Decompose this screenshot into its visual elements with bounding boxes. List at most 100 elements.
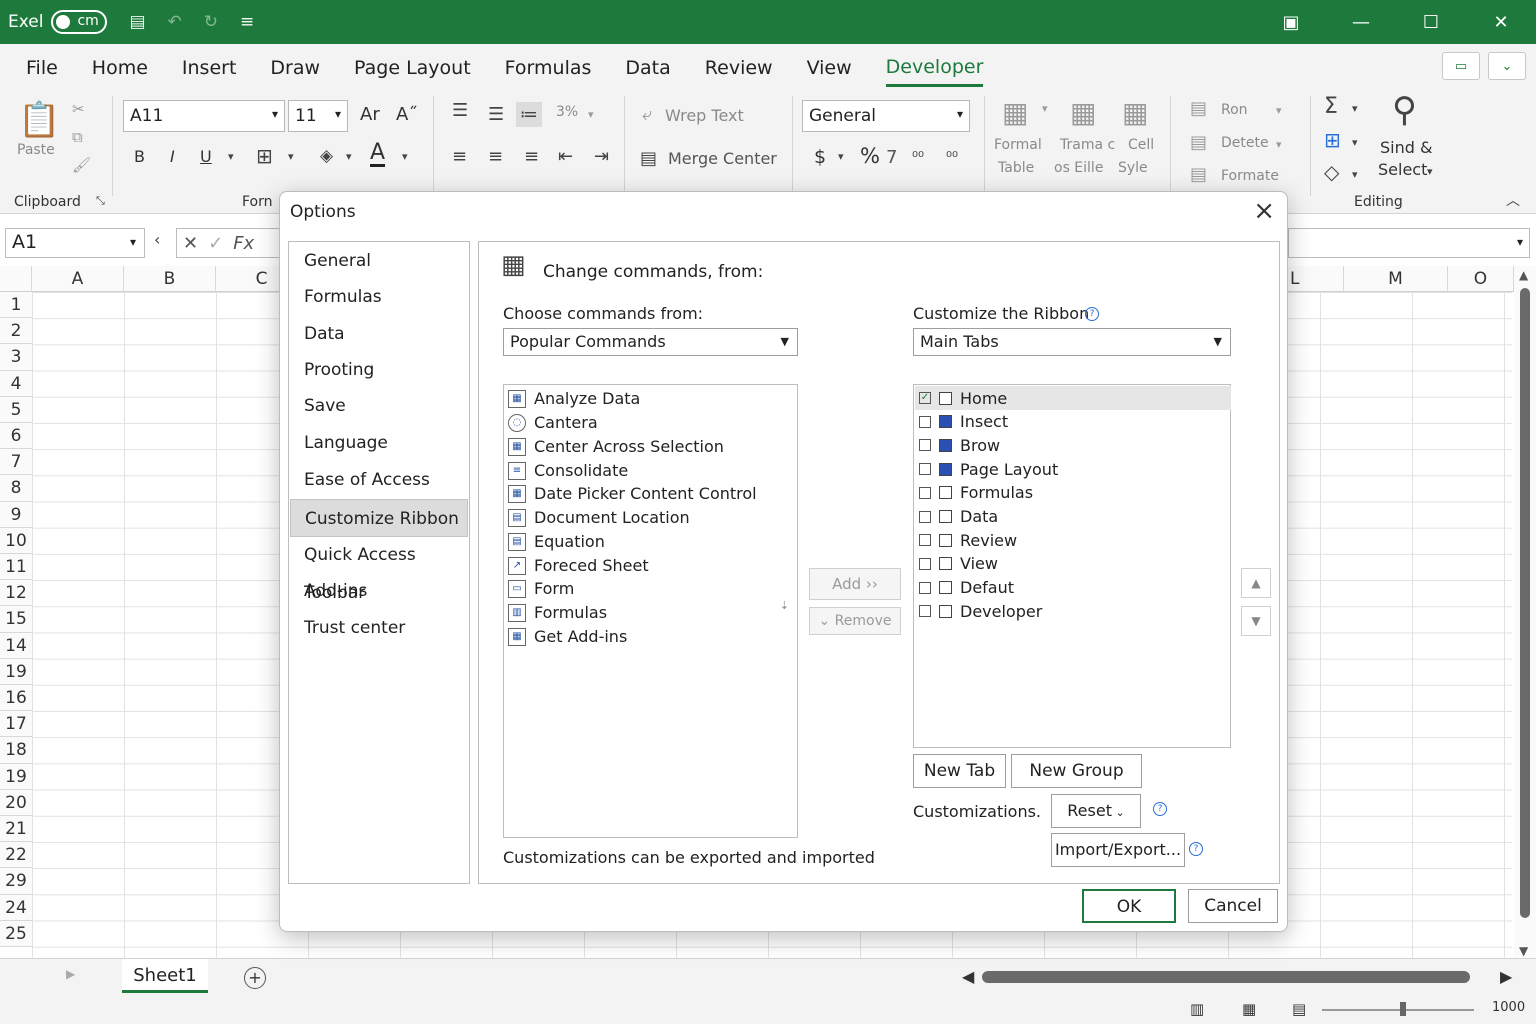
checkbox[interactable]: ✓ <box>919 392 931 404</box>
cell-styles-icon[interactable]: ▦ <box>1122 96 1148 129</box>
list-scroll-icon[interactable]: ⇣ <box>780 599 789 612</box>
merge-center-icon[interactable]: ▤ <box>640 148 657 169</box>
search-icon[interactable]: ⚲ <box>1392 90 1417 130</box>
sheet-tab[interactable]: Sheet1 <box>122 959 208 993</box>
tree-item[interactable]: Insect <box>915 410 1231 434</box>
font-size-box[interactable]: 11 ▾ <box>288 100 348 132</box>
italic-button[interactable]: I <box>170 147 175 166</box>
chevron-down-icon[interactable]: ▾ <box>1352 136 1358 149</box>
orientation-icon[interactable]: ≔ <box>516 102 542 127</box>
nav-proofing[interactable]: Prooting <box>290 351 468 389</box>
row-header[interactable]: 15 <box>0 606 32 633</box>
number-format-box[interactable]: General ▾ <box>802 100 970 132</box>
formula-input[interactable]: ▾ <box>1288 228 1530 258</box>
fill-color-icon[interactable]: ◈ <box>320 146 333 166</box>
zoom-slider[interactable] <box>1322 1009 1474 1011</box>
import-export-button[interactable]: Import/Export... <box>1051 833 1185 867</box>
tab-formulas[interactable]: Formulas <box>505 49 592 85</box>
chevron-down-icon[interactable]: ▾ <box>288 150 294 163</box>
row-header[interactable]: 18 <box>0 737 32 764</box>
row-header[interactable]: 5 <box>0 396 32 423</box>
zoom-slider-knob[interactable] <box>1400 1002 1406 1016</box>
tree-item[interactable]: Review <box>915 528 1231 552</box>
ron-button[interactable]: Ron <box>1221 102 1248 118</box>
collapse-ribbon-icon[interactable]: ︿ <box>1506 190 1520 210</box>
checkbox[interactable] <box>919 605 931 618</box>
paste-label[interactable]: Paste <box>17 142 55 158</box>
move-down-button[interactable]: ▼ <box>1241 606 1271 636</box>
row-header[interactable]: 17 <box>0 711 32 738</box>
tab-insert[interactable]: Insert <box>182 49 237 85</box>
row-header[interactable]: 3 <box>0 344 32 371</box>
tab-draw[interactable]: Draw <box>270 49 320 85</box>
zoom-level[interactable]: 1000 <box>1492 1000 1525 1015</box>
merge-center-button[interactable]: Merge Center <box>668 149 777 168</box>
vertical-scrollbar[interactable]: ▲ ▼ <box>1514 266 1536 958</box>
autosave-toggle[interactable]: cm <box>51 10 108 34</box>
row-header[interactable]: 19 <box>0 658 32 685</box>
scroll-up-icon[interactable]: ▲ <box>1519 268 1528 282</box>
list-item[interactable]: ▦ Center Across Selection <box>508 437 724 456</box>
ribbon-tabs-tree[interactable]: ✓ Home Insect Brow Page Layout Formulas Data Re… <box>913 384 1231 748</box>
select-label[interactable]: Select <box>1378 160 1427 179</box>
increase-decimal-icon[interactable]: ⁰⁰ <box>912 148 924 166</box>
list-item[interactable]: ▭ Form <box>508 579 574 598</box>
chevron-down-icon[interactable]: ▾ <box>588 108 594 121</box>
chevron-left-icon[interactable]: ‹ <box>154 230 160 249</box>
ribbon-collapse-icon[interactable]: ⌄ <box>1488 52 1526 80</box>
row-header[interactable]: 24 <box>0 894 32 921</box>
format-button[interactable]: Formate <box>1221 168 1279 184</box>
list-item[interactable]: ▦ Analyze Data <box>508 389 640 408</box>
nav-quick-access-toolbar[interactable]: Quick Access Toolbar <box>290 536 468 603</box>
tab-developer[interactable]: Developer <box>885 48 984 87</box>
new-tab-button[interactable]: New Tab <box>913 754 1006 788</box>
nav-general[interactable]: General <box>290 242 468 280</box>
column-header[interactable]: O <box>1448 266 1514 292</box>
close-icon[interactable]: × <box>1253 196 1275 226</box>
list-item[interactable]: ▤ Equation <box>508 532 605 551</box>
row-header[interactable]: 21 <box>0 816 32 843</box>
formal-table-label-2[interactable]: Table <box>998 160 1034 176</box>
autosum-icon[interactable]: Σ <box>1324 94 1338 119</box>
chevron-down-icon[interactable]: ▾ <box>1427 165 1433 178</box>
info-icon[interactable]: ? <box>1189 842 1203 856</box>
nav-save[interactable]: Save <box>290 387 468 425</box>
checkbox[interactable] <box>919 463 931 476</box>
select-all-corner[interactable] <box>0 266 32 292</box>
fill-icon[interactable]: ⊞ <box>1324 128 1341 152</box>
bold-button[interactable]: B <box>134 147 145 166</box>
page-break-view-icon[interactable]: ▤ <box>1292 1000 1306 1018</box>
tree-item[interactable]: Page Layout <box>915 457 1231 481</box>
format-table-icon[interactable]: ▦ <box>1002 96 1028 129</box>
clear-icon[interactable]: ◇ <box>1324 160 1339 184</box>
delete-button[interactable]: Detete <box>1221 135 1269 151</box>
customize-toolbar-icon[interactable]: ≡ <box>240 12 254 32</box>
borders-icon[interactable]: ⊞ <box>256 144 273 168</box>
cancel-button[interactable]: Cancel <box>1188 889 1278 923</box>
row-header[interactable]: 12 <box>0 580 32 607</box>
undo-icon[interactable]: ↶ <box>168 12 182 32</box>
align-center-icon[interactable]: ≡ <box>488 146 503 167</box>
wrap-text-button[interactable]: Wrep Text <box>665 106 744 125</box>
list-item[interactable]: ▦ Date Picker Content Control <box>508 484 757 503</box>
align-top-icon[interactable]: ☰ <box>452 100 468 121</box>
move-up-button[interactable]: ▲ <box>1241 568 1271 598</box>
chevron-down-icon[interactable]: ▾ <box>228 150 234 163</box>
formal-table-label[interactable]: Formal <box>994 137 1042 153</box>
wrap-text-icon[interactable]: ⤶ <box>642 104 652 125</box>
tree-item[interactable]: View <box>915 552 1231 576</box>
find-select-label[interactable]: Sind & <box>1380 138 1432 157</box>
chevron-down-icon[interactable]: ▾ <box>1352 168 1358 181</box>
decrease-indent-icon[interactable]: ⇤ <box>558 146 573 167</box>
nav-data[interactable]: Data <box>290 315 468 353</box>
align-right-icon[interactable]: ≡ <box>524 146 539 167</box>
chevron-down-icon[interactable]: ▾ <box>1352 102 1358 115</box>
tree-item[interactable]: Developer <box>915 599 1231 623</box>
cancel-entry-icon[interactable]: ✕ <box>183 233 198 254</box>
row-header[interactable]: 11 <box>0 554 32 581</box>
tree-item[interactable]: Defaut <box>915 576 1231 600</box>
comments-icon[interactable]: ▭ <box>1442 52 1480 80</box>
insert-rows-icon[interactable]: ▤ <box>1190 98 1207 119</box>
row-header[interactable]: 8 <box>0 475 32 502</box>
tab-review[interactable]: Review <box>705 49 773 85</box>
